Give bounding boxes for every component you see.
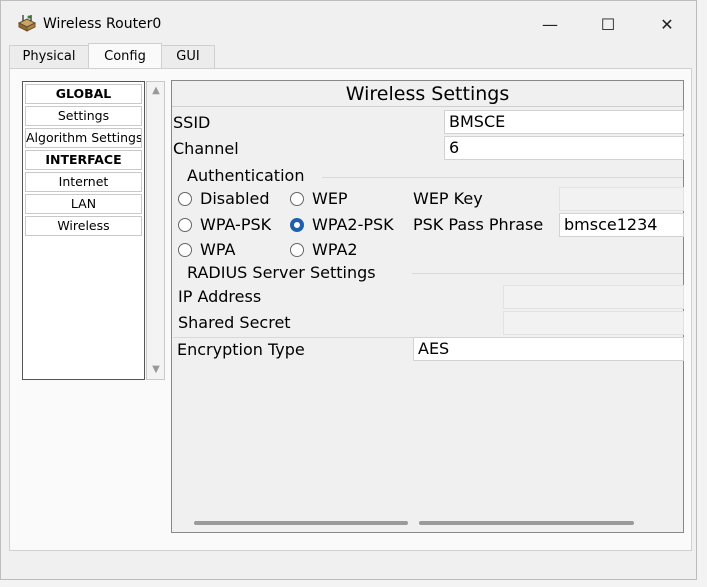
ssid-input[interactable]: BMSCE — [444, 110, 684, 134]
radio-wpa-psk[interactable] — [178, 218, 192, 232]
nav-item-settings[interactable]: Settings — [25, 106, 142, 126]
router-icon — [17, 15, 37, 32]
radio-wpa2[interactable] — [290, 243, 304, 257]
ssid-label: SSID — [173, 113, 211, 132]
radio-wpa-label: WPA — [200, 240, 236, 259]
nav-item-lan[interactable]: LAN — [25, 194, 142, 214]
maximize-button[interactable]: ☐ — [584, 9, 632, 41]
wep-key-input[interactable] — [559, 187, 684, 211]
wireless-settings-panel: Wireless Settings SSID BMSCE Channel 6 A… — [171, 80, 684, 533]
radius-group-label: RADIUS Server Settings — [187, 263, 376, 282]
nav-header-global: GLOBAL — [25, 84, 142, 104]
radio-wpa-psk-label: WPA-PSK — [200, 215, 272, 234]
scroll-down-icon[interactable]: ▼ — [150, 364, 162, 376]
ip-address-input[interactable] — [503, 285, 684, 309]
psk-pass-phrase-label: PSK Pass Phrase — [413, 215, 544, 234]
nav-scrollbar[interactable]: ▲ ▼ — [146, 81, 165, 380]
authentication-divider — [322, 177, 683, 178]
radio-disabled-label: Disabled — [200, 189, 270, 208]
window-title: Wireless Router0 — [43, 16, 162, 32]
radio-wpa2-psk[interactable] — [290, 218, 304, 232]
authentication-group-label: Authentication — [187, 166, 305, 185]
title-bar: Wireless Router0 — ☐ ✕ — [1, 1, 696, 45]
horizontal-scrollbar-left[interactable] — [194, 521, 408, 525]
window: Wireless Router0 — ☐ ✕ Physical Config G… — [0, 0, 697, 580]
radio-wpa2-label: WPA2 — [312, 240, 358, 259]
tab-physical[interactable]: Physical — [9, 45, 89, 68]
encryption-type-label: Encryption Type — [177, 340, 305, 359]
radio-wep[interactable] — [290, 192, 304, 206]
ip-address-label: IP Address — [178, 287, 262, 306]
page-title: Wireless Settings — [172, 81, 683, 107]
channel-select[interactable]: 6 — [444, 136, 684, 160]
tab-config[interactable]: Config — [88, 43, 162, 70]
radio-disabled[interactable] — [178, 192, 192, 206]
psk-pass-phrase-input[interactable]: bmsce1234 — [559, 213, 684, 237]
nav-item-algorithm-settings[interactable]: Algorithm Settings — [25, 128, 142, 148]
nav-header-interface: INTERFACE — [25, 150, 142, 170]
config-panel: GLOBAL Settings Algorithm Settings INTER… — [9, 68, 692, 551]
radio-wpa[interactable] — [178, 243, 192, 257]
wep-key-label: WEP Key — [413, 189, 483, 208]
horizontal-scrollbar-right[interactable] — [419, 521, 634, 525]
channel-label: Channel — [173, 139, 239, 158]
nav-item-internet[interactable]: Internet — [25, 172, 142, 192]
tab-gui[interactable]: GUI — [161, 45, 215, 68]
scroll-up-icon[interactable]: ▲ — [150, 85, 162, 97]
shared-secret-label: Shared Secret — [178, 313, 291, 332]
nav-item-wireless[interactable]: Wireless — [25, 216, 142, 236]
minimize-button[interactable]: — — [526, 9, 574, 41]
config-nav-list: GLOBAL Settings Algorithm Settings INTER… — [22, 81, 145, 380]
close-button[interactable]: ✕ — [643, 9, 691, 41]
radio-wep-label: WEP — [312, 189, 348, 208]
radio-wpa2-psk-label: WPA2-PSK — [312, 215, 394, 234]
encryption-type-select[interactable]: AES — [413, 337, 684, 361]
shared-secret-input[interactable] — [503, 311, 684, 335]
radius-divider — [412, 273, 683, 274]
